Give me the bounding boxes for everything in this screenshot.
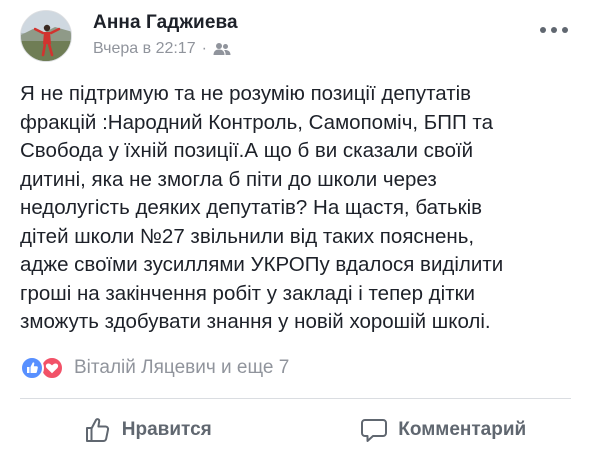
comment-label: Комментарий — [398, 418, 527, 440]
like-button[interactable]: Нравится — [0, 400, 296, 459]
comment-button[interactable]: Комментарий — [296, 400, 591, 459]
avatar[interactable] — [20, 10, 72, 62]
reactions-text[interactable]: Віталій Ляцевич и еще 7 — [74, 357, 289, 379]
post-timestamp[interactable]: Вчера в 22:17 — [93, 40, 196, 58]
like-label: Нравится — [121, 418, 212, 440]
author-name[interactable]: Анна Гаджиева — [93, 12, 238, 34]
comment-icon — [360, 416, 398, 444]
thumbs-up-icon — [84, 416, 122, 444]
post-actions: Нравится Комментарий — [0, 400, 591, 459]
meta-separator: · — [201, 40, 207, 57]
post-meta: Вчера в 22:17 · — [93, 40, 231, 58]
reactions-summary[interactable]: Віталій Ляцевич и еще 7 — [20, 355, 289, 381]
like-reaction-icon — [20, 356, 44, 380]
divider — [20, 398, 571, 399]
post-text: Я не підтримую та не розумію позиції деп… — [20, 82, 504, 333]
facebook-post: Анна Гаджиева Вчера в 22:17 · Я не підтр… — [0, 0, 591, 459]
more-horizontal-icon[interactable] — [539, 22, 569, 33]
reaction-icons — [20, 356, 66, 380]
friends-icon[interactable] — [213, 42, 231, 56]
